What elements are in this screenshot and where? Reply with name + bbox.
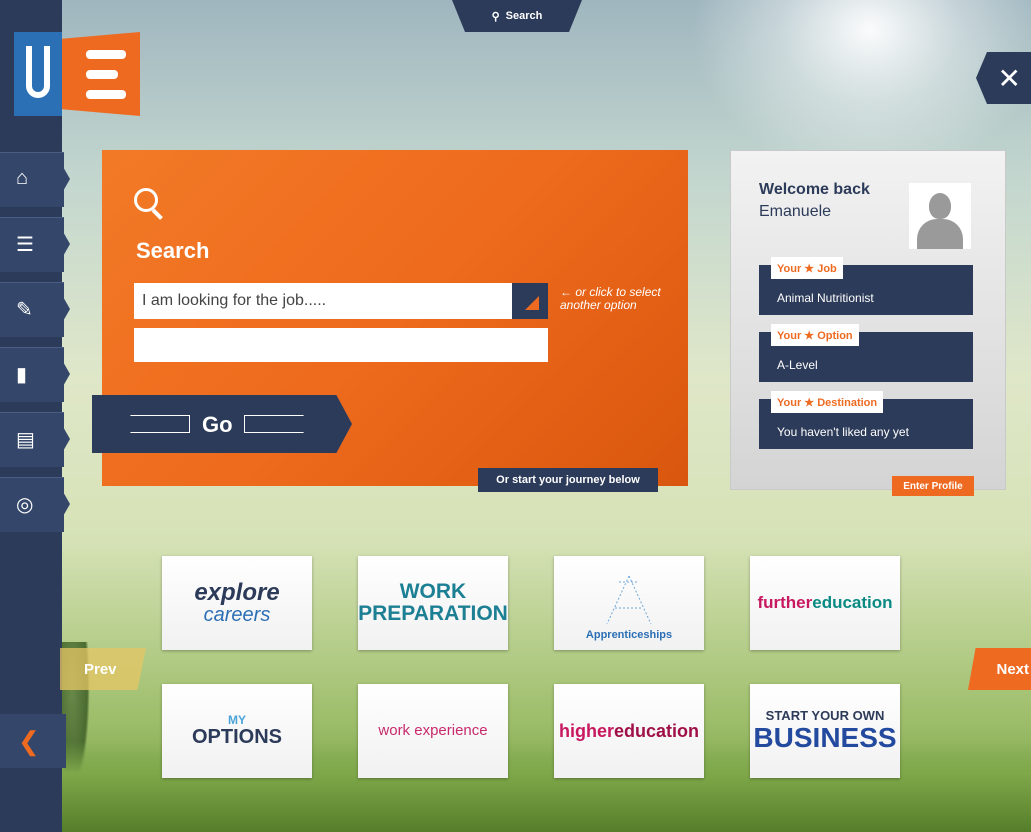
select-option-hint: ← or click to select another option: [560, 285, 661, 312]
tile-workexp-label: work experience: [378, 722, 488, 740]
your-destination-value: You haven't liked any yet: [777, 425, 909, 439]
tile-apprenticeships-label: Apprenticeships: [585, 629, 673, 642]
sidebar-item-notes[interactable]: ✎: [0, 282, 70, 337]
app-logo[interactable]: [14, 32, 140, 116]
magnifier-icon: [134, 188, 164, 228]
tile-higher-education[interactable]: highereducation: [554, 684, 704, 778]
go-label: Go: [202, 412, 233, 437]
user-profile-icon: ☰: [16, 234, 34, 256]
secondary-search-input[interactable]: [134, 328, 548, 362]
sidebar-item-home[interactable]: ⌂: [0, 152, 70, 207]
tile-explore-line2: careers: [203, 604, 271, 627]
your-job-tag: Your ★ Job: [771, 257, 843, 279]
tile-higher-line1: higher: [558, 720, 614, 741]
tile-further-line1: further: [757, 593, 813, 613]
tile-my-options[interactable]: MY OPTIONS: [162, 684, 312, 778]
tile-work-line1: WORK: [399, 579, 467, 603]
tile-myopt-line2: OPTIONS: [191, 725, 282, 748]
home-icon: ⌂: [16, 167, 29, 189]
your-job-value: Animal Nutritionist: [777, 291, 874, 305]
your-option-value: A-Level: [777, 358, 818, 372]
logo-e: [62, 32, 140, 116]
tile-work-line2: PREPARATION: [358, 602, 508, 625]
top-search-tab[interactable]: ⚲ Search: [452, 0, 582, 32]
tile-myopt-line1: MY: [227, 713, 246, 728]
prev-button[interactable]: Prev: [60, 648, 146, 690]
next-button[interactable]: Next: [968, 648, 1031, 690]
tile-business-line1: START YOUR OWN: [765, 708, 885, 724]
tile-work-experience[interactable]: work experience: [358, 684, 508, 778]
tile-start-business[interactable]: START YOUR OWN BUSINESS: [750, 684, 900, 778]
sidebar-nav: ⌂ ☰ ✎ ▮ ▤ ◎: [0, 152, 70, 542]
tile-further-education[interactable]: furthereducation: [750, 556, 900, 650]
sidebar-item-journal[interactable]: ▮: [0, 347, 70, 402]
option-dropdown-button[interactable]: [512, 283, 548, 319]
top-search-label: Search: [505, 10, 543, 22]
back-arrow-icon: ❮: [18, 726, 40, 756]
your-option-card[interactable]: Your ★ Option A-Level: [759, 324, 973, 382]
close-icon: ✕: [997, 62, 1021, 94]
your-destination-card[interactable]: Your ★ Destination You haven't liked any…: [759, 391, 973, 449]
sidebar-item-settings[interactable]: ◎: [0, 477, 70, 532]
ribbon-right: [244, 415, 304, 433]
document-alert-icon: ▤: [16, 429, 35, 451]
tile-work-preparation[interactable]: WORK PREPARATION: [358, 556, 508, 650]
job-search-input[interactable]: [134, 283, 512, 319]
start-journey-label: Or start your journey below: [478, 468, 658, 492]
your-option-tag: Your ★ Option: [771, 324, 859, 346]
notepad-icon: ✎: [16, 299, 33, 321]
go-button[interactable]: Go: [92, 395, 352, 453]
sidebar-item-alerts[interactable]: ▤: [0, 412, 70, 467]
tile-business-line2: BUSINESS: [753, 722, 897, 754]
document-settings-icon: ◎: [16, 494, 34, 516]
your-destination-tag: Your ★ Destination: [771, 391, 884, 413]
tile-further-line2: education: [812, 593, 893, 613]
your-job-card[interactable]: Your ★ Job Animal Nutritionist: [759, 257, 973, 315]
search-icon: ⚲: [491, 10, 500, 23]
journal-icon: ▮: [16, 364, 28, 386]
tile-explore-careers[interactable]: explore careers: [162, 556, 312, 650]
sidebar-item-profile[interactable]: ☰: [0, 217, 70, 272]
ribbon-left: [130, 415, 190, 433]
back-button[interactable]: ❮: [0, 714, 66, 768]
tile-explore-line1: explore: [194, 578, 280, 606]
avatar[interactable]: [909, 183, 971, 249]
logo-u: [14, 32, 62, 116]
apprenticeship-a-icon: [606, 576, 652, 625]
welcome-panel: Welcome back Emanuele Your ★ Job Animal …: [730, 150, 1006, 490]
tile-higher-line2: education: [614, 720, 700, 741]
enter-profile-button[interactable]: Enter Profile: [892, 476, 974, 496]
search-title: Search: [136, 238, 210, 263]
user-name: Emanuele: [759, 203, 832, 220]
close-button[interactable]: ✕: [976, 52, 1031, 104]
tile-apprenticeships[interactable]: Apprenticeships: [554, 556, 704, 650]
welcome-title: Welcome back: [759, 181, 870, 198]
